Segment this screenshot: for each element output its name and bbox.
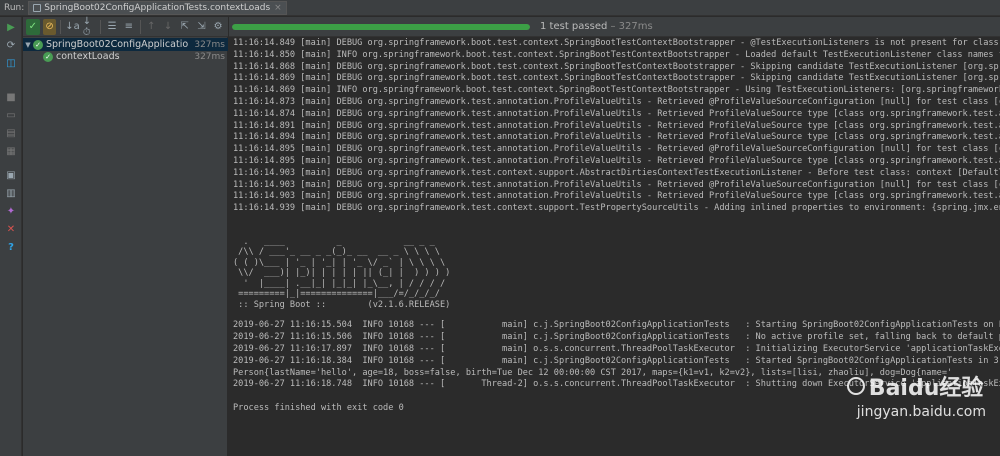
log-line: 2019-06-27 11:16:15.506 INFO 10168 --- […	[233, 332, 1000, 343]
log-line: 2019-06-27 11:16:15.504 INFO 10168 --- […	[233, 320, 1000, 331]
test-tree: ▼ ✓ SpringBoot02ConfigApplicationTes 327…	[23, 37, 228, 456]
banner-line: =========|_|==============|___/=/_/_/_/	[233, 289, 440, 300]
log-line: 11:16:14.894 [main] DEBUG org.springfram…	[233, 132, 1000, 143]
test-progress-fill	[232, 23, 530, 30]
log-line: 11:16:14.868 [main] DEBUG org.springfram…	[233, 61, 1000, 72]
prev-failed-icon[interactable]: ↑	[145, 19, 159, 35]
next-failed-icon[interactable]: ↓	[161, 19, 175, 35]
log-line: 11:16:14.891 [main] DEBUG org.springfram…	[233, 120, 1000, 131]
dump-threads-icon[interactable]: ▤	[4, 127, 18, 141]
log-line: 11:16:14.903 [main] DEBUG org.springfram…	[233, 167, 1000, 178]
sort-duration-icon[interactable]: ↓⏱	[83, 16, 97, 38]
watermark-url: jingyan.baidu.com	[856, 404, 986, 420]
sort-alpha-icon[interactable]: ↓a	[65, 19, 80, 35]
toggle-auto-test-icon[interactable]: ◫	[4, 57, 18, 71]
chevron-down-icon[interactable]: ▼	[23, 41, 33, 49]
test-status: 1 test passed – 327ms	[540, 21, 653, 32]
help-icon[interactable]: ?	[4, 241, 18, 255]
debug-log-lines: 11:16:14.849 [main] DEBUG org.springfram…	[233, 38, 1000, 215]
spring-boot-banner: . ____ _ __ _ _ /\\ / ___'_ __ _ _(_)_ _…	[233, 237, 1000, 311]
test-status-bar: 1 test passed – 327ms	[229, 17, 1000, 37]
print-icon[interactable]: ▦	[4, 145, 18, 159]
log-line: 11:16:14.873 [main] DEBUG org.springfram…	[233, 96, 1000, 107]
log-line: 2019-06-27 11:16:18.384 INFO 10168 --- […	[233, 355, 1000, 366]
log-line: 11:16:14.869 [main] INFO org.springframe…	[233, 85, 1000, 96]
test-config-icon	[33, 3, 42, 12]
toolbar-separator	[139, 19, 141, 34]
log-line: 11:16:14.850 [main] INFO org.springframe…	[233, 49, 1000, 60]
banner-line: \\/ ___)| |_)| | | | | || (_| | ) ) ) )	[233, 268, 451, 279]
collapse-all-icon[interactable]: ≡	[122, 19, 136, 35]
tree-root-label: SpringBoot02ConfigApplicationTes	[46, 39, 188, 50]
settings-icon[interactable]: ⚙	[211, 19, 225, 35]
run-label: Run:	[4, 2, 25, 13]
log-line: 11:16:14.874 [main] DEBUG org.springfram…	[233, 108, 1000, 119]
log-line: 11:16:14.869 [main] DEBUG org.springfram…	[233, 73, 1000, 84]
expand-all-icon[interactable]: ☰	[105, 19, 119, 35]
banner-line: ( ( )\___ | '_ | '_| | '_ \/ _` | \ \ \ …	[233, 257, 446, 268]
pin-tab-icon[interactable]: ✦	[4, 205, 18, 219]
test-status-text: 1 test passed	[540, 21, 608, 32]
log-line: 11:16:14.849 [main] DEBUG org.springfram…	[233, 38, 999, 48]
run-tab-title: SpringBoot02ConfigApplicationTests.conte…	[44, 2, 271, 13]
run-config-tab[interactable]: SpringBoot02ConfigApplicationTests.conte…	[28, 0, 287, 15]
layout-settings-icon[interactable]: ▣	[4, 169, 18, 183]
tree-root-time: 327ms	[194, 39, 225, 50]
log-line: 11:16:14.903 [main] DEBUG org.springfram…	[233, 191, 1000, 202]
import-icon[interactable]: ⇲	[195, 19, 209, 35]
test-passed-icon: ✓	[33, 39, 43, 50]
restore-layout-icon[interactable]: ▭	[4, 109, 18, 123]
close-run-icon[interactable]: ✕	[4, 223, 18, 237]
toolbar-separator	[60, 19, 62, 34]
tree-child-label: contextLoads	[56, 51, 120, 62]
baidu-watermark: Baidu经验 jingyan.baidu.com	[846, 370, 986, 420]
log-line: 11:16:14.939 [main] DEBUG org.springfram…	[233, 203, 1000, 214]
stop-icon[interactable]: ■	[4, 91, 18, 105]
run-icon[interactable]: ▶	[4, 21, 18, 35]
log-line: 11:16:14.903 [main] DEBUG org.springfram…	[233, 179, 1000, 190]
toolbar-separator	[100, 19, 102, 34]
tree-child-item[interactable]: ✓ contextLoads 327ms	[23, 50, 228, 63]
run-actions-strip: ▶ ⟳ ◫ ■ ▭ ▤ ▦ ▣ ▥ ✦ ✕ ?	[0, 17, 22, 456]
show-passed-icon[interactable]: ✓	[26, 18, 40, 35]
log-line: 11:16:14.895 [main] DEBUG org.springfram…	[233, 144, 1000, 155]
tree-child-time: 327ms	[194, 51, 225, 62]
show-ignored-icon[interactable]: ⊘	[42, 18, 57, 35]
close-icon[interactable]: ×	[274, 3, 282, 13]
rerun-failed-icon[interactable]: ⟳	[4, 39, 18, 53]
banner-line: . ____ _ __ _ _	[233, 236, 435, 247]
run-tab-bar: Run: SpringBoot02ConfigApplicationTests.…	[0, 0, 1000, 16]
banner-line: ' |____| .__|_| |_|_| |_\__, | / / / /	[233, 278, 446, 289]
watermark-logo-text: Baidu经验	[868, 376, 984, 401]
banner-line: /\\ / ___'_ __ _ _(_)_ __ __ _ \ \ \ \	[233, 247, 440, 258]
export-icon[interactable]: ⇱	[178, 19, 192, 35]
restore-view-icon[interactable]: ▥	[4, 187, 18, 201]
baidu-paw-icon	[846, 377, 865, 395]
banner-line: :: Spring Boot :: (v2.1.6.RELEASE)	[233, 299, 451, 310]
test-passed-icon: ✓	[43, 51, 53, 62]
log-line: 2019-06-27 11:16:17.897 INFO 10168 --- […	[233, 344, 1000, 355]
test-progress-bar	[232, 23, 530, 30]
log-line: 11:16:14.895 [main] DEBUG org.springfram…	[233, 155, 1000, 166]
test-status-time: – 327ms	[607, 21, 653, 32]
test-runner-toolbar: ✓ ⊘ ↓a ↓⏱ ☰ ≡ ↑ ↓ ⇱ ⇲ ⚙	[23, 16, 228, 38]
